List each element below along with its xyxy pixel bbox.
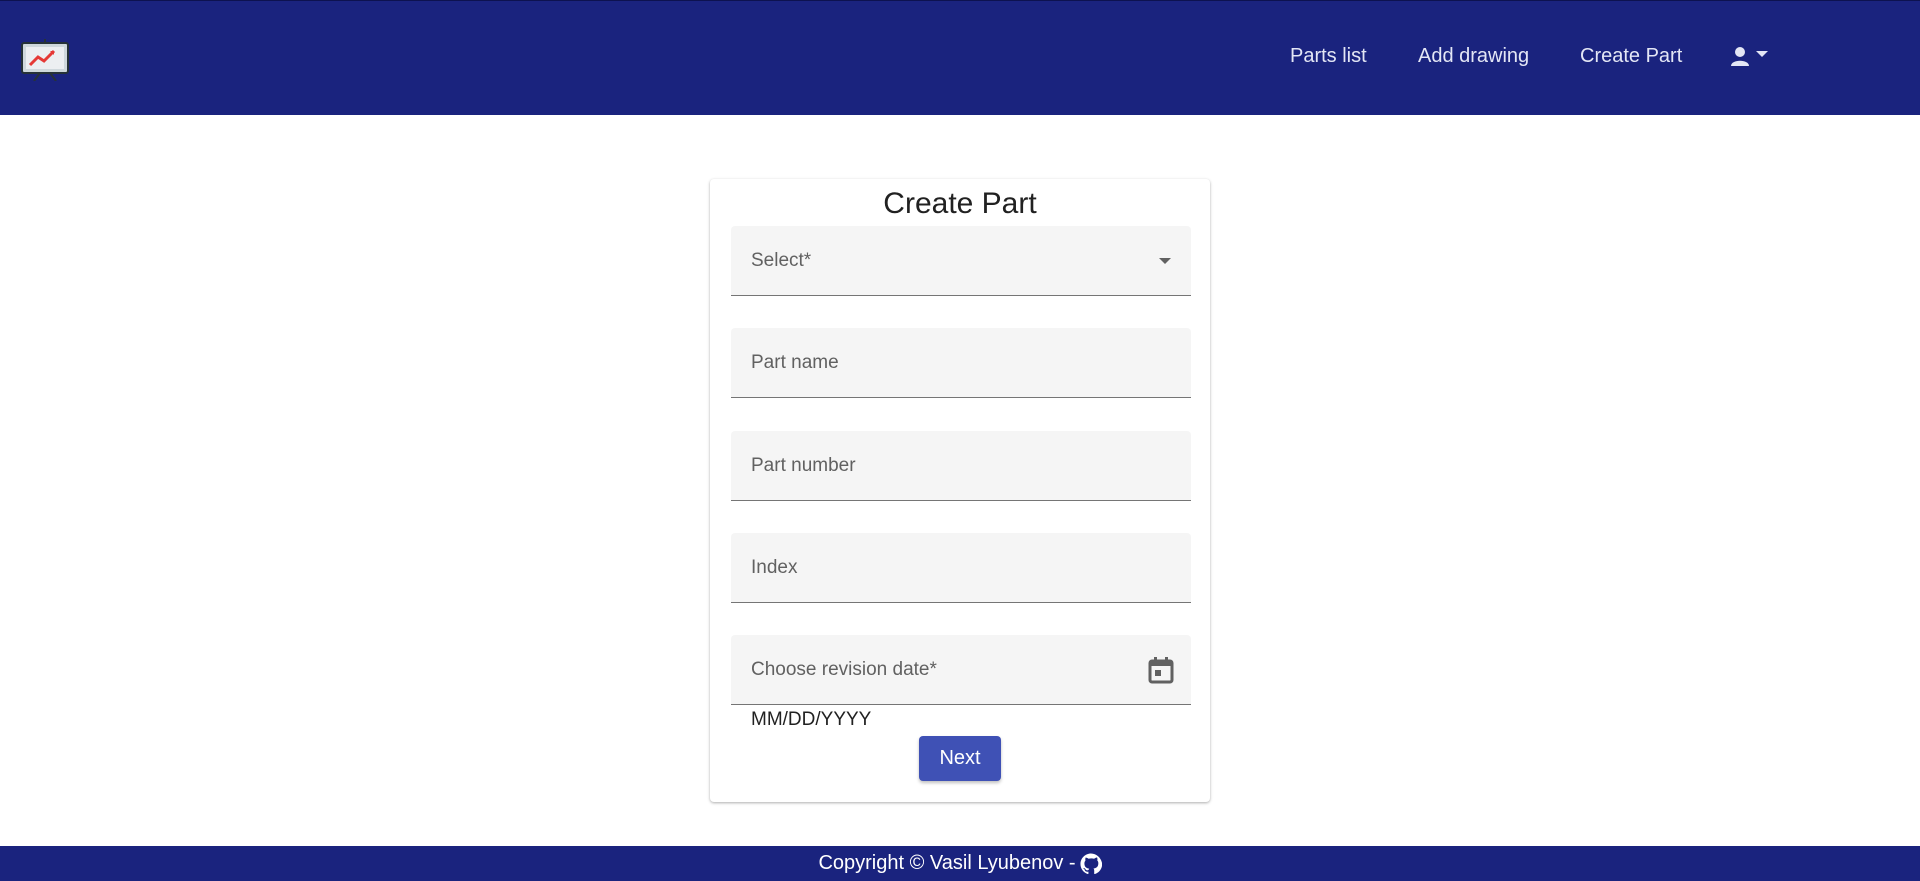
nav-create-part[interactable]: Create Part [1580,45,1682,67]
category-select[interactable]: Select* [731,226,1191,296]
index-field[interactable]: Index [731,533,1191,603]
part-number-field[interactable]: Part number [731,431,1191,501]
index-label: Index [751,557,798,578]
top-navbar: Parts list Add drawing Create Part [0,0,1920,115]
copyright-text: Copyright © Vasil Lyubenov - [818,852,1076,874]
page-title: Create Part [883,187,1037,220]
create-part-card: Create Part Select* Part name Part numbe… [710,179,1210,802]
github-icon[interactable] [1080,852,1102,875]
chevron-down-icon [1159,258,1171,264]
nav-add-drawing[interactable]: Add drawing [1418,45,1529,67]
part-name-field[interactable]: Part name [731,328,1191,398]
user-menu-button[interactable] [1730,46,1774,68]
chevron-down-icon [1756,51,1768,57]
revision-date-label: Choose revision date* [751,659,937,680]
date-format-hint: MM/DD/YYYY [751,709,872,730]
calendar-icon[interactable] [1147,655,1175,685]
part-name-label: Part name [751,352,839,373]
account-icon [1731,47,1768,66]
nav-parts-list[interactable]: Parts list [1290,45,1367,67]
next-button[interactable]: Next [919,736,1001,781]
revision-date-field[interactable]: Choose revision date* [731,635,1191,705]
footer: Copyright © Vasil Lyubenov - [0,846,1920,881]
select-label: Select* [751,250,812,271]
part-number-label: Part number [751,455,856,476]
